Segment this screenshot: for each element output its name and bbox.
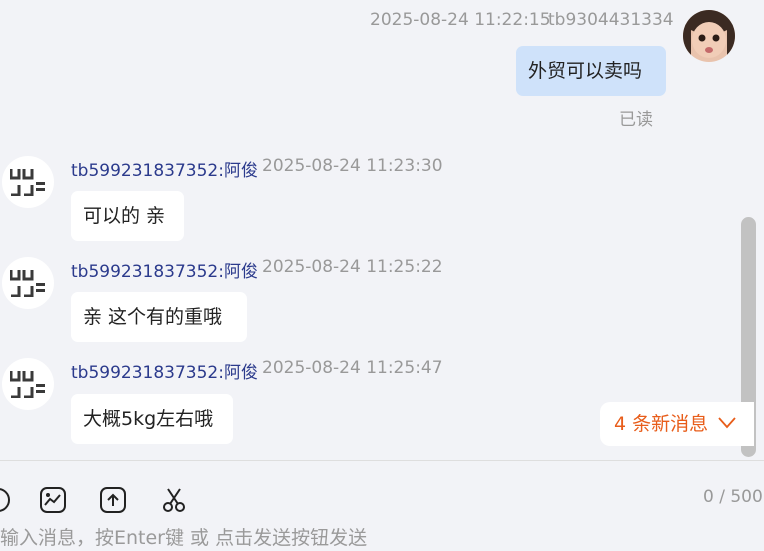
avatar[interactable] (2, 156, 54, 208)
avatar[interactable] (2, 257, 54, 309)
message-input[interactable]: 输入消息，按Enter键 或 点击发送按钮发送 (0, 523, 367, 550)
message-sender: tb9304431334 (548, 10, 674, 30)
avatar[interactable] (683, 10, 735, 62)
new-messages-label: 4 条新消息 (614, 413, 709, 435)
image-icon[interactable] (39, 486, 67, 514)
message-bubble-incoming[interactable]: 可以的 亲 (71, 191, 184, 241)
message-sender: tb599231837352:阿俊 (71, 262, 258, 282)
new-messages-button[interactable]: 4 条新消息 (600, 402, 754, 446)
shop-logo-icon (10, 270, 45, 297)
message-timestamp: 2025-08-24 11:25:22 (262, 257, 443, 277)
message-timestamp: 2025-08-24 11:23:30 (262, 156, 443, 176)
emoji-icon[interactable] (0, 486, 12, 514)
divider (0, 460, 764, 461)
message-bubble-incoming[interactable]: 亲 这个有的重哦 (71, 292, 247, 342)
avatar[interactable] (2, 358, 54, 410)
chevron-down-icon (718, 417, 736, 429)
message-timestamp: 2025-08-24 11:22:15 (370, 10, 551, 30)
user-avatar-image (683, 10, 735, 62)
scissors-icon[interactable] (160, 486, 188, 514)
shop-logo-icon (10, 169, 45, 196)
shop-logo-icon (10, 371, 45, 398)
message-bubble-outgoing[interactable]: 外贸可以卖吗 (516, 46, 666, 96)
message-timestamp: 2025-08-24 11:25:47 (262, 358, 443, 378)
char-counter: 0 / 500 (703, 487, 763, 507)
message-sender: tb599231837352:阿俊 (71, 161, 258, 181)
upload-icon[interactable] (99, 486, 127, 514)
message-bubble-incoming[interactable]: 大概5kg左右哦 (71, 394, 233, 444)
read-receipt: 已读 (619, 110, 653, 130)
message-sender: tb599231837352:阿俊 (71, 363, 258, 383)
